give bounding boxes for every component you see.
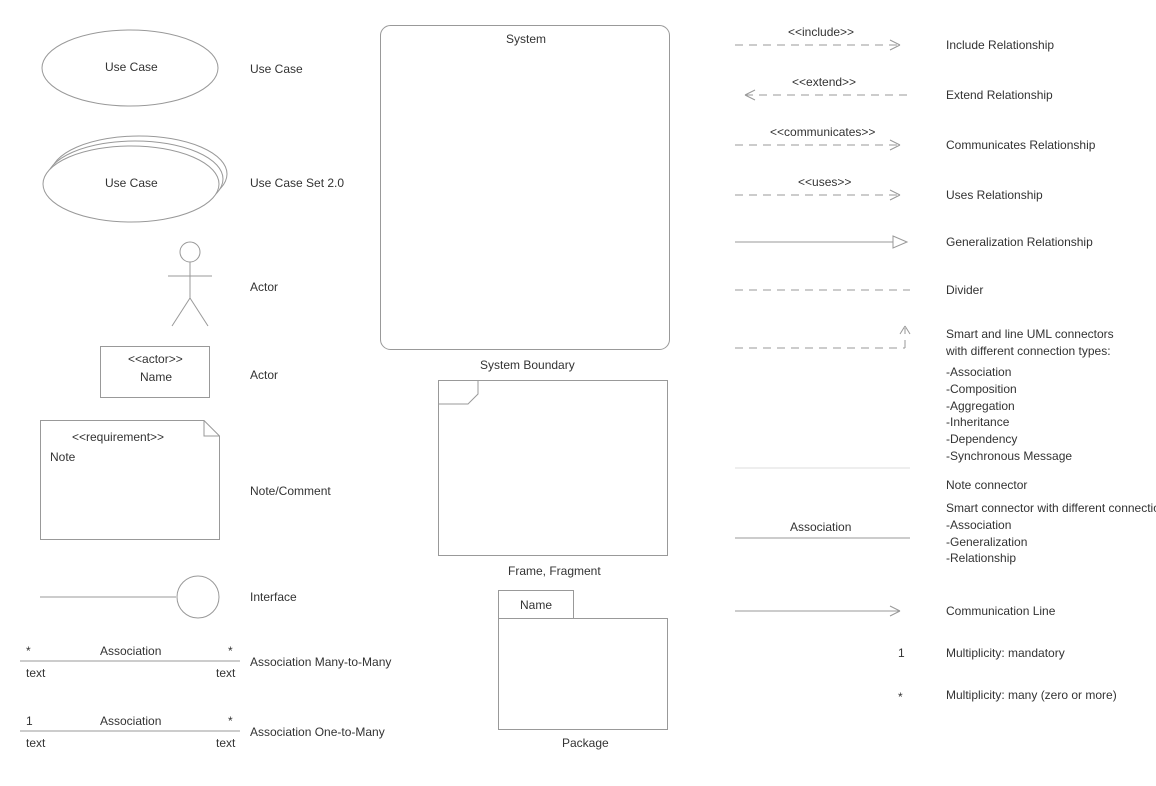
- communicates-tag: <<communicates>>: [770, 125, 875, 139]
- note-stereo: <<requirement>>: [72, 430, 164, 444]
- frame-label: Frame, Fragment: [508, 564, 601, 578]
- extend-label: Extend Relationship: [946, 88, 1053, 102]
- divider-label: Divider: [946, 283, 983, 297]
- extend-line: [735, 88, 910, 102]
- extend-tag: <<extend>>: [792, 75, 856, 89]
- use-case-text: Use Case: [105, 60, 158, 74]
- association-label: Smart connector with different connectio…: [946, 500, 1146, 567]
- note-connector-label: Note connector: [946, 478, 1027, 492]
- package-name: Name: [520, 598, 552, 612]
- interface-shape: [40, 575, 220, 619]
- uses-tag: <<uses>>: [798, 175, 851, 189]
- assoc-mm-shape: [20, 660, 240, 662]
- interface-label: Interface: [250, 590, 297, 604]
- use-case-set-label: Use Case Set 2.0: [250, 176, 344, 190]
- include-tag: <<include>>: [788, 25, 854, 39]
- mult-mandatory-label: Multiplicity: mandatory: [946, 646, 1065, 660]
- actor-box-stereo: <<actor>>: [128, 352, 183, 366]
- association-text: Association: [790, 520, 851, 534]
- assoc-om-label: Association One-to-Many: [250, 725, 385, 739]
- actor-box-name: Name: [140, 370, 172, 384]
- uses-line: [735, 188, 910, 202]
- communication-line: [735, 604, 910, 618]
- assoc-mm-label: Association Many-to-Many: [250, 655, 391, 669]
- assoc-om-top: Association: [100, 714, 161, 728]
- mult-many-sym: *: [898, 690, 903, 704]
- assoc-om-right-text: text: [216, 736, 235, 750]
- communicates-label: Communicates Relationship: [946, 138, 1095, 152]
- frame-shape: [438, 380, 668, 556]
- include-line: [735, 38, 910, 52]
- assoc-mm-left-mult: *: [26, 644, 31, 658]
- generalization-label: Generalization Relationship: [946, 235, 1093, 249]
- actor-box-label: Actor: [250, 368, 278, 382]
- smart-connector-shape: [735, 318, 910, 358]
- association-shape: [735, 536, 910, 540]
- use-case-label: Use Case: [250, 62, 303, 76]
- note-connector-line: [735, 466, 910, 470]
- system-title: System: [506, 32, 546, 46]
- use-case-set-text: Use Case: [105, 176, 158, 190]
- assoc-om-shape: [20, 730, 240, 732]
- assoc-mm-right-text: text: [216, 666, 235, 680]
- assoc-om-right-mult: *: [228, 714, 233, 728]
- assoc-mm-top: Association: [100, 644, 161, 658]
- assoc-mm-left-text: text: [26, 666, 45, 680]
- actor-stick-label: Actor: [250, 280, 278, 294]
- note-label: Note/Comment: [250, 484, 331, 498]
- assoc-om-left-text: text: [26, 736, 45, 750]
- mult-many-label: Multiplicity: many (zero or more): [946, 688, 1117, 702]
- system-boundary-shape: [380, 25, 670, 350]
- system-boundary-label: System Boundary: [480, 358, 575, 372]
- communication-label: Communication Line: [946, 604, 1055, 618]
- communicates-line: [735, 138, 910, 152]
- smart-connector-items: -Association -Composition -Aggregation -…: [946, 364, 1072, 465]
- divider-line: [735, 288, 910, 292]
- generalization-line: [735, 234, 910, 250]
- include-label: Include Relationship: [946, 38, 1054, 52]
- note-text: Note: [50, 450, 75, 464]
- uml-palette-diagram: Use Case Use Case Use Case Use Case Set …: [0, 0, 1156, 786]
- uses-label: Uses Relationship: [946, 188, 1043, 202]
- package-label: Package: [562, 736, 609, 750]
- actor-stick-shape: [160, 240, 220, 330]
- mult-mandatory-sym: 1: [898, 646, 905, 660]
- smart-connector-label: Smart and line UML connectors with diffe…: [946, 326, 1136, 360]
- assoc-om-left-mult: 1: [26, 714, 33, 728]
- assoc-mm-right-mult: *: [228, 644, 233, 658]
